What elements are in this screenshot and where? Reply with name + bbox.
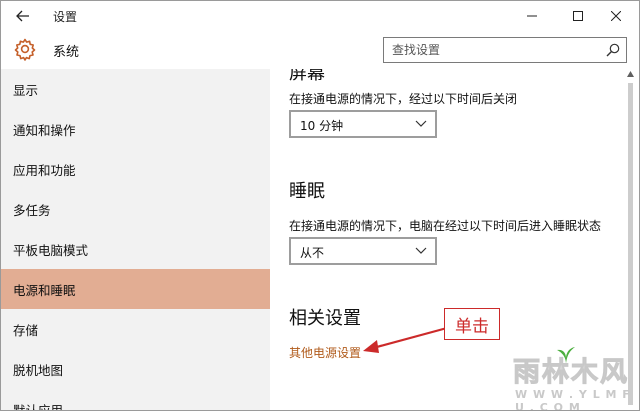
sleep-description: 在接通电源的情况下，电脑在经过以下时间后进入睡眠状态 bbox=[289, 219, 602, 233]
annotation-callout: 单击 bbox=[444, 308, 500, 340]
sidebar-item-label: 默认应用 bbox=[13, 402, 64, 411]
sidebar-item-label: 通知和操作 bbox=[13, 122, 76, 138]
settings-window: 设置 系统 显示 通知和操作 应用和功能 bbox=[0, 0, 640, 411]
sidebar-item-label: 显示 bbox=[13, 82, 39, 98]
maximize-icon bbox=[573, 11, 583, 21]
search-input[interactable] bbox=[384, 38, 598, 62]
close-button[interactable] bbox=[593, 1, 639, 31]
sidebar-item-multitasking[interactable]: 多任务 bbox=[1, 189, 270, 229]
page-title: 系统 bbox=[53, 45, 80, 60]
title-bar: 设置 bbox=[1, 1, 639, 31]
chevron-down-icon bbox=[415, 120, 427, 127]
screen-timeout-dropdown[interactable]: 10 分钟 bbox=[289, 110, 437, 138]
sidebar-item-label: 电源和睡眠 bbox=[13, 282, 76, 298]
sidebar-item-label: 存储 bbox=[13, 322, 39, 338]
gear-icon bbox=[14, 38, 36, 61]
sidebar-item-power-sleep[interactable]: 电源和睡眠 bbox=[1, 269, 270, 309]
related-settings-heading: 相关设置 bbox=[289, 308, 361, 329]
screen-heading: 屏幕 bbox=[289, 69, 325, 84]
sleep-heading: 睡眠 bbox=[289, 181, 325, 202]
sleep-timeout-dropdown[interactable]: 从不 bbox=[289, 237, 437, 265]
sidebar-item-label: 多任务 bbox=[13, 202, 51, 218]
close-icon bbox=[611, 11, 621, 21]
sidebar-item-tablet-mode[interactable]: 平板电脑模式 bbox=[1, 229, 270, 269]
sidebar-item-display[interactable]: 显示 bbox=[1, 69, 270, 109]
screen-description: 在接通电源的情况下，经过以下时间后关闭 bbox=[289, 92, 518, 106]
sidebar-item-apps[interactable]: 应用和功能 bbox=[1, 149, 270, 189]
sidebar-item-label: 脱机地图 bbox=[13, 362, 64, 378]
sidebar-item-label: 应用和功能 bbox=[13, 162, 76, 178]
window-title: 设置 bbox=[53, 10, 78, 24]
search-box[interactable] bbox=[383, 37, 627, 63]
additional-power-settings-link[interactable]: 其他电源设置 bbox=[289, 344, 361, 361]
watermark: 雨林木风 W W W . Y L M F U . C O M bbox=[499, 344, 639, 410]
sidebar-item-offline-maps[interactable]: 脱机地图 bbox=[1, 349, 270, 389]
watermark-url: W W W . Y L M F U . C O M bbox=[515, 388, 631, 411]
back-button[interactable] bbox=[7, 4, 39, 28]
search-icon[interactable] bbox=[606, 43, 620, 57]
back-arrow-icon bbox=[16, 10, 29, 22]
page-header: 系统 bbox=[1, 31, 639, 69]
sidebar-item-default-apps[interactable]: 默认应用 bbox=[1, 389, 270, 411]
minimize-icon bbox=[527, 15, 537, 17]
sidebar-item-storage[interactable]: 存储 bbox=[1, 309, 270, 349]
annotation-text: 单击 bbox=[455, 316, 489, 337]
sidebar-item-notifications[interactable]: 通知和操作 bbox=[1, 109, 270, 149]
chevron-down-icon bbox=[415, 247, 427, 254]
dropdown-value: 从不 bbox=[300, 246, 325, 260]
annotation-arrow-icon bbox=[363, 326, 448, 353]
watermark-text: 雨林木风 bbox=[513, 357, 629, 389]
dropdown-value: 10 分钟 bbox=[300, 119, 344, 133]
sidebar-item-label: 平板电脑模式 bbox=[13, 242, 89, 258]
scroll-up-icon[interactable] bbox=[626, 69, 635, 79]
minimize-button[interactable] bbox=[509, 1, 555, 31]
sidebar: 显示 通知和操作 应用和功能 多任务 平板电脑模式 电源和睡眠 存储 脱机地图 … bbox=[1, 69, 270, 411]
